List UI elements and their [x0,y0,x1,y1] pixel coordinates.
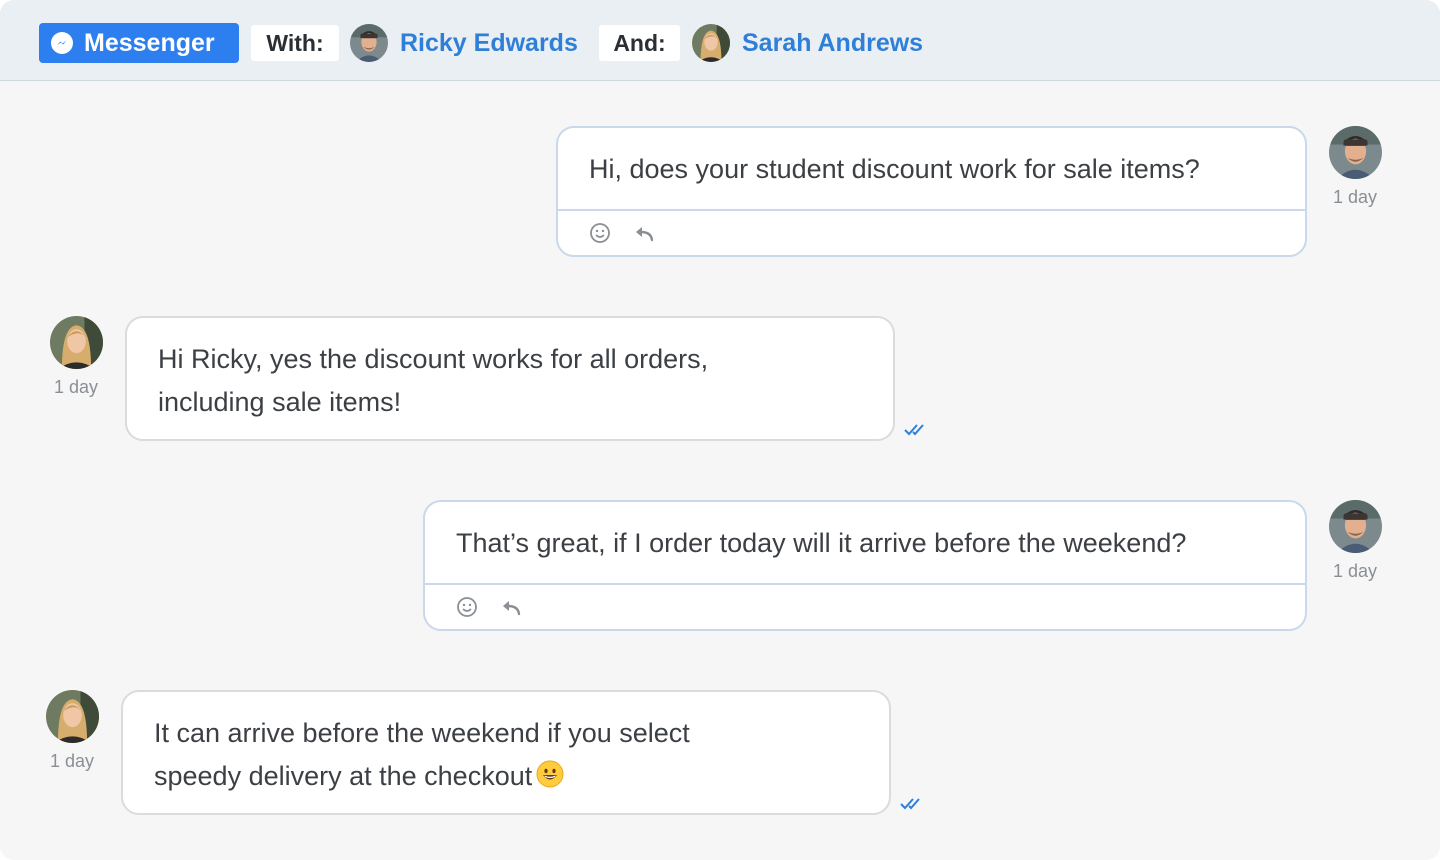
messenger-channel-badge[interactable]: Messenger [39,23,239,63]
sarah-avatar [46,690,99,743]
read-double-check-icon [904,424,924,436]
message-actions [425,583,1305,629]
and-label: And: [599,25,680,61]
emoji-reaction-icon[interactable] [588,221,612,245]
message-bubble-incoming: Hi Ricky, yes the discount works for all… [125,316,895,441]
with-label: With: [251,25,339,61]
ricky-avatar [350,24,388,62]
reply-icon[interactable] [632,221,656,245]
message-text: Hi Ricky, yes the discount works for all… [158,344,709,417]
message-actions [558,209,1305,255]
message-time: 1 day [49,751,95,771]
message-meta: 1 day [46,316,106,398]
read-double-check-icon [900,798,920,810]
message-bubble-outgoing: Hi, does your student discount work for … [556,126,1307,257]
participant-name: Ricky Edwards [400,28,578,57]
message-bubble-incoming: It can arrive before the weekend if you … [121,690,891,815]
ricky-avatar [1329,500,1382,553]
message-text: That’s great, if I order today will it a… [456,528,1187,558]
reply-icon[interactable] [499,595,523,619]
channel-label: Messenger [84,28,215,57]
grinning-face-emoji [536,760,564,788]
sarah-avatar [692,24,730,62]
participant-sarah[interactable]: Sarah Andrews [692,24,923,62]
ricky-avatar [1329,126,1382,179]
participant-ricky[interactable]: Ricky Edwards [350,24,578,62]
conversation-window: Messenger With: Ricky Edwards And: Sarah… [0,0,1440,860]
message-time: 1 day [1332,187,1378,207]
sarah-avatar [50,316,103,369]
message-text-container: It can arrive before the weekend if you … [123,692,803,798]
message-time: 1 day [1332,561,1378,581]
message-meta: 1 day [1325,500,1385,582]
message-text: It can arrive before the weekend if you … [154,718,690,791]
participant-name: Sarah Andrews [742,28,924,57]
messenger-icon [51,32,73,54]
message-text: Hi, does your student discount work for … [589,154,1200,184]
message-meta: 1 day [42,690,102,772]
message-meta: 1 day [1325,126,1385,208]
message-time: 1 day [53,377,99,397]
conversation-header: Messenger With: Ricky Edwards And: Sarah… [0,0,1440,81]
emoji-reaction-icon[interactable] [455,595,479,619]
message-bubble-outgoing: That’s great, if I order today will it a… [423,500,1307,631]
